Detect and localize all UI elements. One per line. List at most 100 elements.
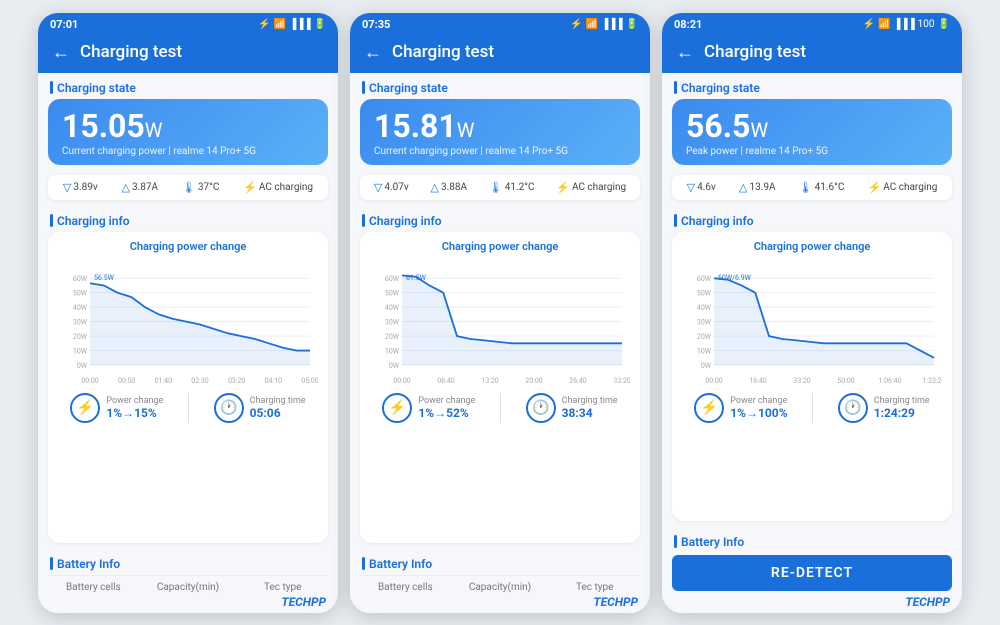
back-button[interactable]: ← [364,42,382,63]
charging-time-info: Charging time 05:06 [250,396,306,420]
voltage-stat: ▽ 4.07v [374,181,409,194]
charging-info-label: Charging info [662,206,962,232]
charging-state-label: Charging state [662,73,962,99]
voltage-icon: ▽ [374,181,382,194]
svg-text:20W: 20W [73,333,88,341]
current-icon: △ [122,181,130,194]
svg-text:0W: 0W [701,362,712,370]
svg-text:0W: 0W [77,362,88,370]
back-button[interactable]: ← [676,42,694,63]
signal-icon: ▐▐▐ [289,19,310,30]
svg-text:06:40: 06:40 [437,377,454,385]
chart-bottom: ⚡ Power change 1%→100% 🕐 Charging time 1… [682,393,942,423]
status-time: 08:21 [674,18,702,31]
status-bar: 08:21 ⚡ 📶 ▐▐▐ 100 🔋 [662,13,962,34]
status-bar: 07:35 ⚡ 📶 ▐▐▐ 🔋 [350,13,650,34]
content-area: Charging state 15.05W Current charging p… [38,73,338,613]
svg-text:20W: 20W [385,333,400,341]
charging-type-stat: ⚡ AC charging [556,181,626,194]
charging-stats: ▽ 4.07v △ 3.88A 🌡 41.2°C ⚡ AC charging [360,175,640,200]
voltage-icon: ▽ [687,181,695,194]
power-unit: W [750,118,768,142]
power-change-info: Power change 1%→52% [418,396,475,420]
svg-text:50W: 50W [73,289,88,297]
chart-title: Charging power change [682,240,942,253]
wifi-icon: 📶 [586,19,598,30]
power-change-label: Power change [730,396,787,406]
temp-icon: 🌡 [182,181,196,194]
ac-icon: ⚡ [243,181,257,194]
ac-icon: ⚡ [868,181,882,194]
bluetooth-icon: ⚡ [258,19,270,30]
voltage-icon: ▽ [63,181,71,194]
charging-power-label: Current charging power | realme 14 Pro+ … [62,146,314,157]
status-time: 07:01 [50,18,78,31]
wifi-icon: 📶 [274,19,286,30]
power-change-stat: ⚡ Power change 1%→52% [382,393,475,423]
phones-container: 07:01 ⚡ 📶 ▐▐▐ 🔋 ← Charging test Charging… [38,13,962,613]
charging-info-card: Charging power change 0W10W20W30W40W50W6… [360,232,640,543]
svg-text:0W: 0W [389,362,400,370]
charging-state-card: 15.81W Current charging power | realme 1… [360,99,640,165]
battery-col-2: Tec type [549,582,640,593]
svg-text:10W: 10W [385,347,400,355]
battery-col-1: Capacity(min) [143,582,234,593]
svg-text:00:00: 00:00 [81,377,98,385]
svg-text:04:10: 04:10 [265,377,282,385]
charging-state-card: 15.05W Current charging power | realme 1… [48,99,328,165]
chart-area: 0W10W20W30W40W50W60W 00:0000:5001:4002:3… [58,257,318,387]
power-change-stat: ⚡ Power change 1%→15% [70,393,163,423]
charging-time-icon: 🕐 [838,393,868,423]
status-icons: ⚡ 📶 ▐▐▐ 100 🔋 [863,19,951,30]
charging-info-label: Charging info [38,206,338,232]
battery-col-0: Battery cells [48,582,139,593]
svg-text:33:20: 33:20 [793,377,810,385]
chart-bottom: ⚡ Power change 1%→52% 🕐 Charging time 38… [370,393,630,423]
redetect-button[interactable]: RE-DETECT [672,555,952,591]
phone-1: 07:01 ⚡ 📶 ▐▐▐ 🔋 ← Charging test Charging… [38,13,338,613]
battery-col-0: Battery cells [360,582,451,593]
svg-text:00:50: 00:50 [118,377,135,385]
charging-time-info: Charging time 38:34 [562,396,618,420]
current-value: 3.88A [441,182,467,193]
svg-text:10W: 10W [697,347,712,355]
chart-area: 0W10W20W30W40W50W60W 00:0016:4033:2050:0… [682,257,942,387]
svg-text:30W: 30W [697,318,712,326]
battery-info-section: Battery Info RE-DETECT TECHPP [662,527,962,613]
battery-info-label: Battery Info [350,549,650,575]
power-change-value: 1%→100% [730,406,787,420]
charging-state-card: 56.5W Peak power | realme 14 Pro+ 5G [672,99,952,165]
battery-col-2: Tec type [237,582,328,593]
status-bar: 07:01 ⚡ 📶 ▐▐▐ 🔋 [38,13,338,34]
top-bar: ← Charging test [350,34,650,73]
charging-type-stat: ⚡ AC charging [868,181,938,194]
back-button[interactable]: ← [52,42,70,63]
voltage-value: 4.07v [384,182,408,193]
temp-value: 41.6°C [815,182,845,193]
battery-table: Battery cells Capacity(min)Tec type [48,575,328,595]
svg-text:13:20: 13:20 [481,377,498,385]
current-icon: △ [430,181,438,194]
techpp-badge: TECHPP [662,595,962,613]
power-change-info: Power change 1%→15% [106,396,163,420]
wifi-icon: 📶 [878,19,890,30]
svg-text:56.5W: 56.5W [94,274,115,282]
svg-text:40W: 40W [385,304,400,312]
charging-time-label: Charging time [562,396,618,406]
battery-info-section: Battery Info Battery cellsCapacity(min)T… [350,549,650,613]
bluetooth-icon: ⚡ [570,19,582,30]
charging-type-value: AC charging [883,182,937,193]
current-icon: △ [739,181,747,194]
svg-text:60W/6.9W: 60W/6.9W [718,274,752,282]
status-icons: ⚡ 📶 ▐▐▐ 🔋 [258,19,326,30]
svg-text:1:06:40: 1:06:40 [878,377,901,385]
current-stat: △ 3.87A [122,181,159,194]
power-change-icon: ⚡ [382,393,412,423]
power-change-stat: ⚡ Power change 1%→100% [694,393,787,423]
charging-type-value: AC charging [572,182,626,193]
battery-icon: 🔋 [938,19,950,30]
current-value: 3.87A [132,182,158,193]
charging-type-value: AC charging [259,182,313,193]
top-bar: ← Charging test [38,34,338,73]
charging-state-label: Charging state [350,73,650,99]
